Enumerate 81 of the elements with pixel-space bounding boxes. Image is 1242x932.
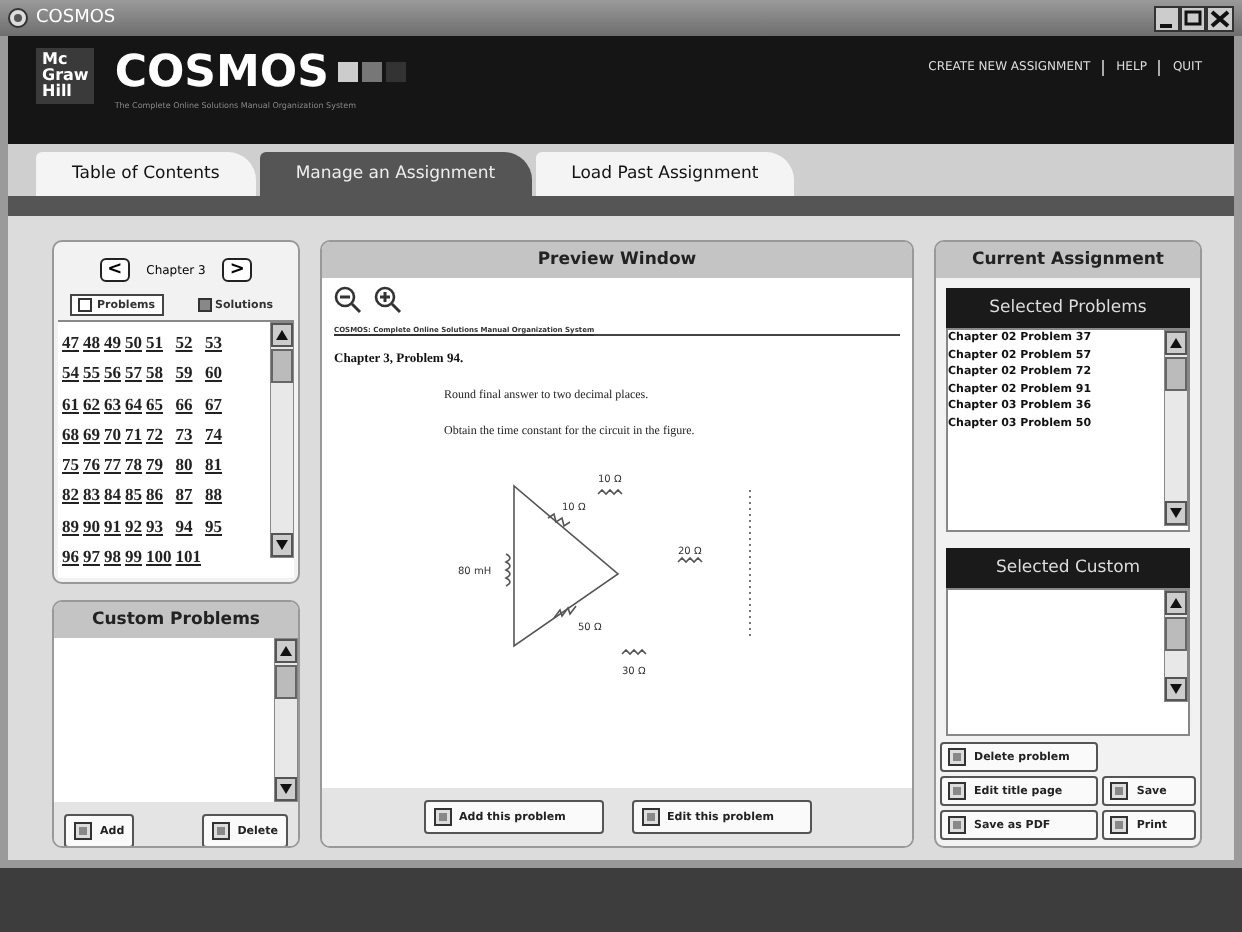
problem-link[interactable]: 81 — [205, 450, 222, 481]
problem-link[interactable]: 53 — [205, 328, 222, 359]
button-icon — [74, 822, 92, 840]
problem-link[interactable]: 66 — [175, 389, 201, 420]
problem-link[interactable]: 63 — [104, 389, 121, 420]
scrollbar[interactable] — [274, 638, 298, 802]
problem-link[interactable]: 68 — [62, 419, 79, 450]
problem-link[interactable]: 67 — [205, 389, 222, 420]
app-logo: COSMOS — [114, 48, 329, 100]
publisher-logo: Mc Graw Hill — [36, 48, 95, 104]
problem-link[interactable]: 73 — [175, 419, 201, 450]
problem-link[interactable]: 51 — [146, 328, 172, 359]
problem-link[interactable]: 82 — [62, 480, 79, 511]
next-chapter-button[interactable]: > — [221, 258, 253, 282]
problem-link[interactable]: 99 — [125, 541, 142, 572]
previous-chapter-button[interactable]: < — [99, 258, 131, 282]
button-icon — [433, 808, 451, 826]
problem-link[interactable]: 56 — [104, 358, 121, 389]
panel-title: Custom Problems — [54, 602, 298, 638]
problem-link[interactable]: 60 — [205, 358, 222, 389]
problem-link[interactable]: 77 — [104, 450, 121, 481]
app-icon — [8, 8, 28, 28]
problem-link[interactable]: 85 — [125, 480, 142, 511]
scrollbar[interactable] — [1164, 330, 1188, 526]
problem-link[interactable]: 101 — [175, 541, 201, 572]
problem-link[interactable]: 78 — [125, 450, 142, 481]
problem-link[interactable]: 48 — [83, 328, 100, 359]
tab[interactable]: Manage an Assignment — [259, 152, 532, 196]
problem-link[interactable]: 50 — [125, 328, 142, 359]
button-icon — [211, 822, 230, 840]
problem-link[interactable]: 89 — [62, 511, 79, 542]
problem-link[interactable]: 49 — [104, 328, 121, 359]
problem-link[interactable]: 57 — [125, 358, 142, 389]
problem-link[interactable]: 72 — [146, 419, 172, 450]
problem-link[interactable]: 83 — [83, 480, 100, 511]
problem-link[interactable]: 88 — [205, 480, 222, 511]
problem-link[interactable]: 74 — [205, 419, 222, 450]
tab[interactable]: Load Past Assignment — [535, 152, 795, 196]
problem-link[interactable]: 69 — [83, 419, 100, 450]
problem-link[interactable]: 93 — [146, 511, 172, 542]
problem-link[interactable]: 90 — [83, 511, 100, 542]
problem-link[interactable]: 55 — [83, 358, 100, 389]
zoom-out-icon[interactable] — [334, 286, 362, 314]
problem-link[interactable]: 100 — [146, 541, 172, 572]
panel-title: Current Assignment — [936, 242, 1200, 278]
window-title: COSMOS — [36, 8, 116, 28]
logo-squares-icon — [338, 62, 407, 86]
tab[interactable]: Table of Contents — [36, 152, 256, 196]
problem-link[interactable]: 87 — [175, 480, 201, 511]
problem-link[interactable]: 84 — [104, 480, 121, 511]
problem-link[interactable]: 54 — [62, 358, 79, 389]
problem-link[interactable]: 71 — [125, 419, 142, 450]
problem-link[interactable]: 59 — [175, 358, 201, 389]
list-title: Selected Custom — [946, 548, 1190, 588]
problem-link[interactable]: 62 — [83, 389, 100, 420]
panel-title: Preview Window — [322, 242, 912, 278]
problem-link[interactable]: 58 — [146, 358, 172, 389]
scrollbar[interactable] — [1164, 590, 1188, 702]
problem-link[interactable]: 94 — [175, 511, 201, 542]
problem-link[interactable]: 52 — [175, 328, 201, 359]
list-title: Selected Problems — [946, 288, 1190, 328]
problem-link[interactable]: 98 — [104, 541, 121, 572]
problem-link[interactable]: 65 — [146, 389, 172, 420]
problem-link[interactable]: 64 — [125, 389, 142, 420]
problem-link[interactable]: 96 — [62, 541, 79, 572]
problem-link[interactable]: 86 — [146, 480, 172, 511]
scrollbar[interactable] — [270, 322, 294, 558]
problem-link[interactable]: 70 — [104, 419, 121, 450]
button-icon — [641, 808, 659, 826]
zoom-in-icon[interactable] — [374, 286, 402, 314]
problem-link[interactable]: 92 — [125, 511, 142, 542]
problem-link[interactable]: 76 — [83, 450, 100, 481]
problem-link[interactable]: 97 — [83, 541, 100, 572]
problem-link[interactable]: 95 — [205, 511, 222, 542]
problem-link[interactable]: 91 — [104, 511, 121, 542]
problem-link[interactable]: 80 — [175, 450, 201, 481]
problem-link[interactable]: 79 — [146, 450, 172, 481]
problem-link[interactable]: 75 — [62, 450, 79, 481]
problem-link[interactable]: 61 — [62, 389, 79, 420]
window-controls-icon[interactable] — [1154, 5, 1234, 31]
problem-link[interactable]: 47 — [62, 328, 79, 359]
